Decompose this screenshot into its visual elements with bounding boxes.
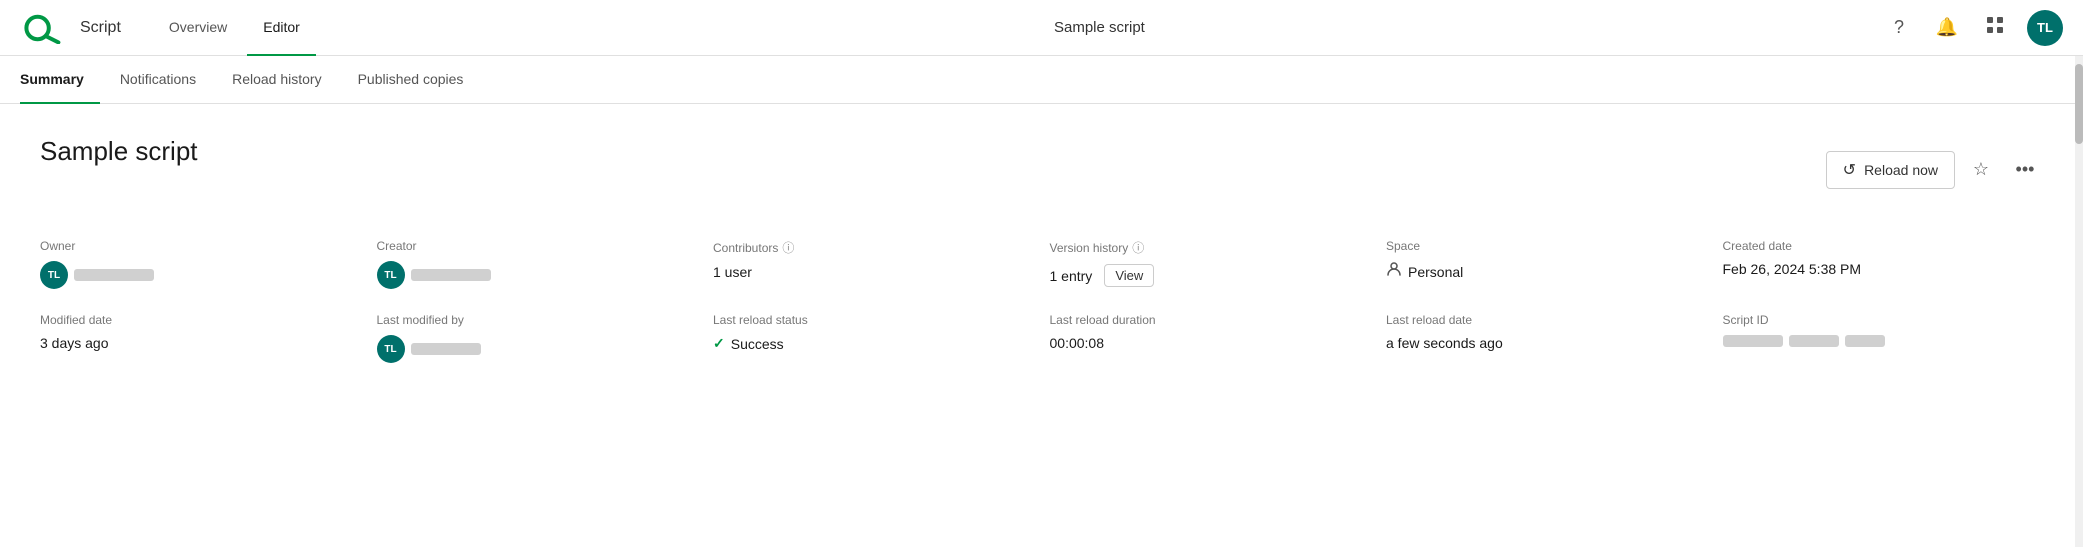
version-history-info-icon: ⓘ — [1132, 239, 1144, 256]
redacted-script-id-2 — [1789, 335, 1839, 347]
scrollbar-thumb[interactable] — [2075, 64, 2083, 144]
space-label: Space — [1386, 239, 1707, 253]
more-options-button[interactable]: ••• — [2007, 152, 2043, 188]
redacted-creator-name — [411, 269, 491, 281]
creator-avatar: TL — [377, 261, 405, 289]
meta-space: Space Personal — [1386, 239, 1707, 289]
contributors-value: 1 user — [713, 264, 1034, 280]
more-icon: ••• — [2016, 159, 2035, 180]
sub-tabs-bar: Summary Notifications Reload history Pub… — [0, 56, 2083, 104]
meta-version-history: Version history ⓘ 1 entry View — [1050, 239, 1371, 289]
reload-now-button[interactable]: ↺ Reload now — [1826, 151, 1955, 189]
apps-grid-button[interactable] — [1979, 12, 2011, 44]
owner-avatar: TL — [40, 261, 68, 289]
tab-notifications[interactable]: Notifications — [104, 56, 212, 104]
creator-name-redacted — [411, 269, 491, 281]
app-type-label: Script — [80, 19, 121, 37]
action-buttons: ↺ Reload now ☆ ••• — [1826, 151, 2043, 189]
redacted-script-id-3 — [1845, 335, 1885, 347]
success-check-icon: ✓ — [713, 335, 725, 352]
script-title: Sample script — [40, 136, 198, 167]
meta-owner: Owner TL — [40, 239, 361, 289]
main-content: Sample script ↺ Reload now ☆ ••• Owner T… — [0, 104, 2083, 547]
space-value: Personal — [1386, 261, 1707, 282]
scrollbar[interactable] — [2075, 56, 2083, 547]
tab-published-copies[interactable]: Published copies — [342, 56, 480, 104]
meta-creator: Creator TL — [377, 239, 698, 289]
last-reload-status-value: ✓ Success — [713, 335, 1034, 352]
script-id-label: Script ID — [1723, 313, 2044, 327]
last-reload-duration-label: Last reload duration — [1050, 313, 1371, 327]
help-icon: ? — [1894, 17, 1904, 38]
star-icon: ☆ — [1973, 159, 1989, 180]
last-reload-status-label: Last reload status — [713, 313, 1034, 327]
view-version-history-button[interactable]: View — [1104, 264, 1154, 287]
created-date-value: Feb 26, 2024 5:38 PM — [1723, 261, 2044, 277]
qlik-logo[interactable] — [20, 12, 68, 44]
redacted-script-id-1 — [1723, 335, 1783, 347]
owner-value: TL — [40, 261, 361, 289]
top-navigation: Overview Editor — [153, 0, 316, 56]
nav-item-overview[interactable]: Overview — [153, 0, 243, 56]
script-id-value — [1723, 335, 2044, 347]
contributors-label: Contributors ⓘ — [713, 239, 1034, 256]
meta-last-reload-date: Last reload date a few seconds ago — [1386, 313, 1707, 363]
last-modified-by-label: Last modified by — [377, 313, 698, 327]
meta-script-id: Script ID — [1723, 313, 2044, 363]
favorite-button[interactable]: ☆ — [1963, 152, 1999, 188]
logo-area: Script — [20, 12, 129, 44]
meta-last-reload-duration: Last reload duration 00:00:08 — [1050, 313, 1371, 363]
version-history-label: Version history ⓘ — [1050, 239, 1371, 256]
user-avatar[interactable]: TL — [2027, 10, 2063, 46]
title-row: Sample script ↺ Reload now ☆ ••• — [40, 136, 2043, 203]
tab-summary[interactable]: Summary — [20, 56, 100, 104]
bell-icon: 🔔 — [1936, 17, 1958, 38]
modified-date-value: 3 days ago — [40, 335, 361, 351]
notifications-button[interactable]: 🔔 — [1931, 12, 1963, 44]
meta-created-date: Created date Feb 26, 2024 5:38 PM — [1723, 239, 2044, 289]
last-modified-by-value: TL — [377, 335, 698, 363]
last-modified-by-avatar: TL — [377, 335, 405, 363]
creator-label: Creator — [377, 239, 698, 253]
owner-label: Owner — [40, 239, 361, 253]
meta-last-reload-status: Last reload status ✓ Success — [713, 313, 1034, 363]
redacted-owner-name — [74, 269, 154, 281]
reload-icon: ↺ — [1843, 160, 1856, 180]
tab-reload-history[interactable]: Reload history — [216, 56, 338, 104]
top-navbar: Script Overview Editor Sample script ? 🔔 — [0, 0, 2083, 56]
redacted-last-modifier-name — [411, 343, 481, 355]
last-reload-date-value: a few seconds ago — [1386, 335, 1707, 351]
version-history-value: 1 entry View — [1050, 264, 1371, 287]
page-title: Sample script — [316, 19, 1883, 36]
meta-modified-date: Modified date 3 days ago — [40, 313, 361, 363]
nav-item-editor[interactable]: Editor — [247, 0, 316, 56]
contributors-info-icon: ⓘ — [782, 239, 794, 256]
owner-name-redacted — [74, 269, 154, 281]
grid-icon — [1986, 16, 2004, 39]
created-date-label: Created date — [1723, 239, 2044, 253]
personal-space-icon — [1386, 261, 1402, 282]
creator-value: TL — [377, 261, 698, 289]
top-right-actions: ? 🔔 TL — [1883, 10, 2063, 46]
meta-last-modified-by: Last modified by TL — [377, 313, 698, 363]
last-reload-duration-value: 00:00:08 — [1050, 335, 1371, 351]
modified-date-label: Modified date — [40, 313, 361, 327]
metadata-grid: Owner TL Creator TL Contributors ⓘ — [40, 239, 2043, 363]
help-button[interactable]: ? — [1883, 12, 1915, 44]
last-reload-date-label: Last reload date — [1386, 313, 1707, 327]
meta-contributors: Contributors ⓘ 1 user — [713, 239, 1034, 289]
